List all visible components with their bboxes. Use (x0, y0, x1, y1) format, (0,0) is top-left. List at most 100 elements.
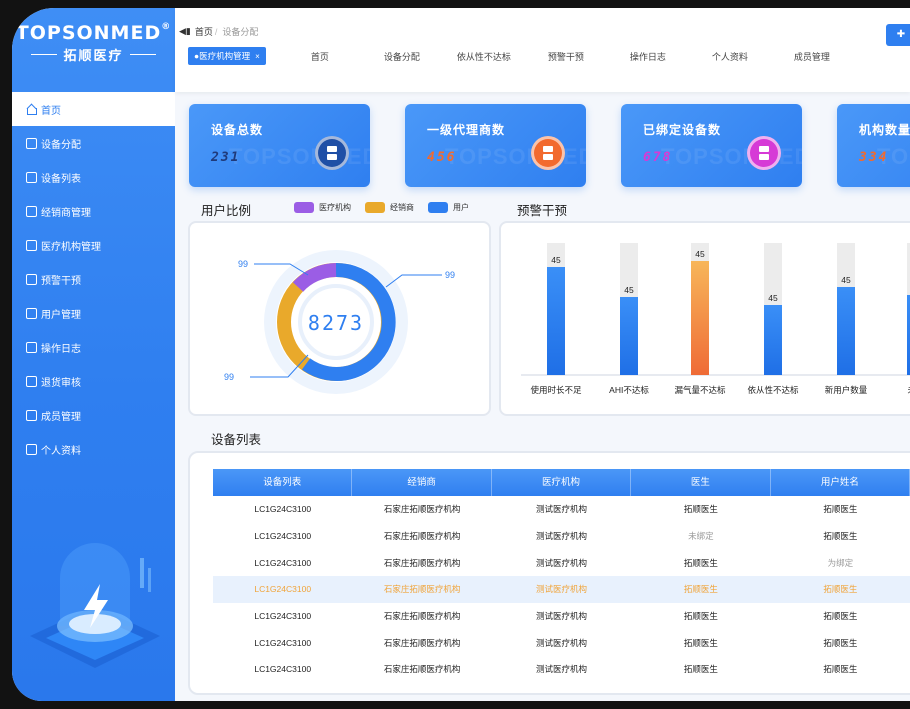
tab-5[interactable]: 个人资料 (702, 50, 758, 63)
warning-icon (26, 273, 37, 285)
table-cell: 石家庄拓顺医疗机构 (383, 611, 461, 622)
bar[interactable] (620, 297, 638, 375)
legend-item[interactable]: 经销商 (365, 202, 414, 213)
sidebar-item-3[interactable]: 经销商管理 (12, 194, 175, 228)
table-cell: 石家庄拓顺医疗机构 (383, 557, 461, 568)
tab-0[interactable]: 首页 (292, 50, 348, 63)
tab-bar: ● 医疗机构管理 × 首页 设备分配 依从性不达标 预警干预 操作日志 个人资料 成员管理 (188, 47, 840, 65)
table-header-cell[interactable]: 医生 (631, 469, 771, 496)
tab-4[interactable]: 操作日志 (620, 50, 676, 63)
table-cell: LC1G24C3100 (254, 504, 312, 515)
table-row[interactable]: LC1G24C3100 石家庄拓顺医疗机构 测试医疗机构 拓顺医生 拓顺医生 (213, 629, 910, 656)
profile-icon (26, 443, 37, 455)
warning-panel: 45使用时长不足45AHI不达标45漏气量不达标45依从性不达标45新用户数量4… (499, 221, 910, 416)
bar[interactable] (547, 267, 565, 375)
bar-data-label: 45 (624, 285, 634, 295)
table-cell: 拓顺医生 (683, 664, 718, 675)
table-row[interactable]: LC1G24C3100 石家庄拓顺医疗机构 测试医疗机构 拓顺医生 拓顺医生 (213, 603, 910, 630)
sidebar-item-label: 首页 (41, 105, 61, 117)
stat-label: 已绑定设备数 (643, 123, 722, 137)
donut-total: 8273 (308, 311, 364, 335)
donut-label: 99 (224, 372, 234, 382)
sidebar-item-label: 设备列表 (41, 173, 81, 185)
device-illustration (30, 543, 160, 668)
stat-card[interactable]: TOPSONMED 一级代理商数 456 (405, 104, 586, 187)
table-row[interactable]: LC1G24C3100 石家庄拓顺医疗机构 测试医疗机构 未绑定 拓顺医生 (213, 523, 910, 550)
tab-2[interactable]: 依从性不达标 (456, 50, 512, 63)
table-cell: 未绑定 (688, 531, 714, 542)
building-icon (26, 239, 37, 251)
server-icon (531, 136, 565, 170)
user-ratio-panel: 8273 99 99 99 (188, 221, 491, 416)
legend-label: 医疗机构 (319, 203, 351, 212)
device-frame: TOPSONMED® 拓顺医疗 首页 设备分配 设备列表 经销商管理 医疗机构管理 预警干… (0, 0, 910, 709)
legend-item[interactable]: 医疗机构 (294, 202, 351, 213)
table-row[interactable]: LC1G24C3100 石家庄拓顺医疗机构 测试医疗机构 拓顺医生 拓顺医生 (213, 496, 910, 523)
home-icon (26, 104, 37, 115)
bar-data-label: 45 (841, 275, 851, 285)
bar[interactable] (837, 287, 855, 375)
table-row[interactable]: LC1G24C3100 石家庄拓顺医疗机构 测试医疗机构 拓顺医生 拓顺医生 (213, 656, 910, 683)
table-header-cell[interactable]: 经销商 (352, 469, 492, 496)
bar[interactable] (764, 305, 782, 375)
brand-name: TOPSONMED (15, 22, 162, 44)
collapse-icon[interactable]: ◀▮ (179, 26, 191, 37)
bar-chart: 45使用时长不足45AHI不达标45漏气量不达标45依从性不达标45新用户数量4… (521, 243, 910, 395)
sidebar-item-label: 个人资料 (41, 445, 81, 457)
server-icon (315, 136, 349, 170)
stat-card[interactable]: TOPSONMED 设备总数 231 (189, 104, 370, 187)
table-row[interactable]: LC1G24C3100 石家庄拓顺医疗机构 测试医疗机构 拓顺医生 为绑定 (213, 549, 910, 576)
table-cell: 测试医疗机构 (536, 637, 588, 648)
member-icon (26, 409, 37, 421)
warning-title: 预警干预 (517, 204, 568, 218)
sidebar-item-label: 操作日志 (41, 343, 81, 355)
table-header-cell[interactable]: 用户姓名 (771, 469, 910, 496)
table-cell: 拓顺医生 (683, 611, 718, 622)
sidebar-item-10[interactable]: 个人资料 (12, 432, 175, 466)
donut-chart: 8273 99 99 99 (224, 250, 455, 394)
sidebar-item-0[interactable]: 首页 (12, 92, 175, 126)
table-cell: 拓顺医生 (823, 611, 858, 622)
server-icon (747, 136, 781, 170)
stat-label: 一级代理商数 (427, 123, 506, 137)
tab-6[interactable]: 成员管理 (784, 50, 840, 63)
tab-active[interactable]: ● 医疗机构管理 × (188, 47, 266, 65)
sidebar-item-6[interactable]: 用户管理 (12, 296, 175, 330)
sidebar-item-label: 医疗机构管理 (41, 241, 101, 253)
sidebar-item-8[interactable]: 退货审核 (12, 364, 175, 398)
table-cell: 测试医疗机构 (536, 504, 588, 515)
breadcrumb-home[interactable]: 首页 (195, 25, 213, 38)
table-row[interactable]: LC1G24C3100 石家庄拓顺医疗机构 测试医疗机构 拓顺医生 拓顺医生 (213, 576, 910, 603)
stat-card[interactable]: TOPSONMED 已绑定设备数 678 (621, 104, 802, 187)
donut-label: 99 (238, 259, 248, 269)
table-header-cell[interactable]: 设备列表 (213, 469, 353, 496)
sidebar-item-label: 退货审核 (41, 377, 81, 389)
sidebar-item-7[interactable]: 操作日志 (12, 330, 175, 364)
stat-card[interactable]: TOPSONMED机构数量334 (837, 104, 910, 187)
close-icon[interactable]: × (255, 52, 260, 61)
bar[interactable] (691, 261, 709, 375)
add-button[interactable]: ✚ (886, 24, 910, 46)
tab-1[interactable]: 设备分配 (374, 50, 430, 63)
top-bar: ◀▮ 首页 / 设备分配 ● 医疗机构管理 × 首页 设备分配 依从性不达标 预警干预操… (175, 8, 910, 92)
legend-swatch (428, 202, 448, 213)
table-cell: 拓顺医生 (683, 557, 718, 568)
device-list-title: 设备列表 (211, 433, 262, 447)
tab-3[interactable]: 预警干预 (538, 50, 594, 63)
sidebar-item-5[interactable]: 预警干预 (12, 262, 175, 296)
table-cell: LC1G24C3100 (254, 531, 312, 542)
legend-item[interactable]: 用户 (428, 202, 469, 213)
sidebar-item-1[interactable]: 设备分配 (12, 126, 175, 160)
table-cell: 为绑定 (827, 557, 854, 568)
device-table: 设备列表 经销商 医疗机构 医生 用户姓名 LC1G24C3100 石家庄拓顺医疗机构 测试… (213, 469, 910, 683)
table-cell: LC1G24C3100 (254, 637, 312, 648)
sidebar-item-4[interactable]: 医疗机构管理 (12, 228, 175, 262)
table-cell: 石家庄拓顺医疗机构 (383, 531, 461, 542)
table-cell: 石家庄拓顺医疗机构 (383, 504, 461, 515)
bar-category-label: 依从性不达标 (747, 385, 799, 395)
sidebar-item-2[interactable]: 设备列表 (12, 160, 175, 194)
table-cell: 拓顺医生 (823, 531, 858, 542)
table-header-cell[interactable]: 医疗机构 (492, 469, 632, 496)
sidebar-item-9[interactable]: 成员管理 (12, 398, 175, 432)
bar-category-label: 新用户数量 (825, 385, 868, 395)
